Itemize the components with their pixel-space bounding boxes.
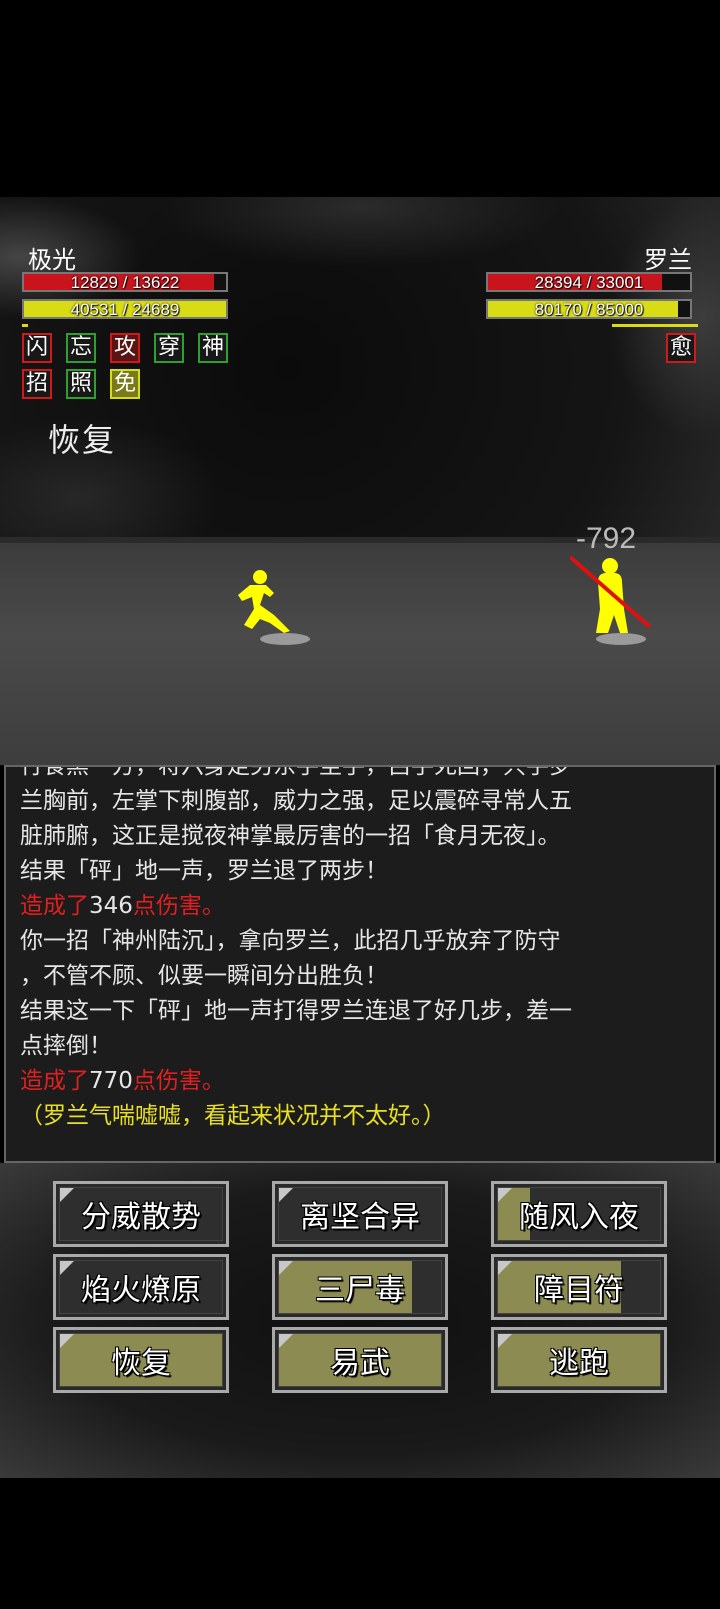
status-icon-spirit[interactable]: 神 (198, 333, 228, 363)
log-segment: 点伤害。 (132, 1068, 225, 1094)
log-segment: 770 (89, 1068, 133, 1094)
player-fighter (238, 570, 290, 633)
log-line: 脏肺腑，这正是搅夜神掌最厉害的一招「食月无夜」。 (20, 819, 700, 854)
bottom-blank (0, 1478, 720, 1609)
status-icon-attack[interactable]: 攻 (110, 333, 140, 363)
log-line: 造成了346点伤害。 (20, 889, 700, 924)
action-panel: 分威散势 离坚合异 随风入夜 焰火燎原 三尸毒 障目符 恢复 易武 逃跑 (0, 1163, 720, 1478)
player-mp-bar: 40531 / 24689 (22, 299, 228, 319)
recover-label: 恢复 (111, 1346, 171, 1381)
log-segment: 点摔倒！ (20, 1033, 112, 1059)
switch-weapon-label: 易武 (330, 1346, 390, 1381)
skill-label: 焰火燎原 (81, 1273, 201, 1308)
flee-label: 逃跑 (549, 1346, 609, 1381)
status-icon-pierce[interactable]: 穿 (154, 333, 184, 363)
log-segment: 造成了 (20, 1068, 89, 1094)
log-segment: 结果「砰」地一声，罗兰退了两步！ (20, 858, 388, 884)
enemy-mp-underline (612, 324, 698, 327)
log-segment: 你一招「神州陆沉」，拿向罗兰，此招几乎放弃了防守 (20, 928, 561, 954)
skill-button-lijian[interactable]: 离坚合异 (272, 1181, 448, 1247)
enemy-mp-bar: 80170 / 85000 (486, 299, 692, 319)
item-label: 障目符 (534, 1273, 624, 1308)
log-lines: 兰胸前，左掌下刺腹部，威力之强，足以震碎寻常人五 脏肺腑，这正是搅夜神掌最厉害的一… (20, 784, 700, 1134)
status-icon-dodge[interactable]: 闪 (22, 333, 52, 363)
switch-weapon-button[interactable]: 易武 (272, 1327, 448, 1393)
player-hp-bar: 12829 / 13622 (22, 272, 228, 292)
skill-button-suifeng[interactable]: 随风入夜 (491, 1181, 667, 1247)
log-line: ，不管不顾、似要一瞬间分出胜负！ (20, 959, 700, 994)
battle-area: 极光 罗兰 12829 / 13622 40531 / 24689 28394 … (0, 197, 720, 765)
log-line: 你一招「神州陆沉」，拿向罗兰，此招几乎放弃了防守 (20, 924, 700, 959)
enemy-name: 罗兰 (644, 246, 692, 274)
smoke-effect (0, 197, 720, 557)
player-mp-text: 40531 / 24689 (70, 300, 180, 319)
log-line: 点摔倒！ (20, 1029, 700, 1064)
enemy-mp-text: 80170 / 85000 (534, 300, 644, 319)
flee-button[interactable]: 逃跑 (491, 1327, 667, 1393)
log-segment: 346 (89, 893, 133, 919)
skill-label: 分威散势 (81, 1200, 201, 1235)
skill-button-yanhuo[interactable]: 焰火燎原 (53, 1254, 229, 1320)
player-hp-text: 12829 / 13622 (70, 273, 180, 292)
log-segment: 造成了 (20, 893, 89, 919)
log-line: 结果这一下「砰」地一声打得罗兰连退了好几步，差一 (20, 994, 700, 1029)
enemy-hp-text: 28394 / 33001 (534, 273, 644, 292)
log-segment: ，不管不顾、似要一瞬间分出胜负！ (20, 963, 388, 989)
log-line: 结果「砰」地一声，罗兰退了两步！ (20, 854, 700, 889)
status-icon-move[interactable]: 招 (22, 369, 52, 399)
enemy-fighter (570, 555, 652, 633)
log-cut-line: 行食黑一方，将六身走另东手至手，吕手死回，只手罗 (20, 765, 572, 779)
player-mp-overflow (22, 324, 28, 327)
status-icon-heal[interactable]: 愈 (666, 333, 696, 363)
log-segment: 点伤害。 (132, 893, 225, 919)
status-icon-forget[interactable]: 忘 (66, 333, 96, 363)
log-segment: （罗兰气喘嘘嘘，看起来状况并不太好。） (20, 1103, 446, 1129)
log-line: （罗兰气喘嘘嘘，看起来状况并不太好。） (20, 1099, 700, 1134)
game-screen: 极光 罗兰 12829 / 13622 40531 / 24689 28394 … (0, 0, 720, 1609)
recover-button[interactable]: 恢复 (53, 1327, 229, 1393)
item-button-sanshidu[interactable]: 三尸毒 (272, 1254, 448, 1320)
status-icon-illuminate[interactable]: 照 (66, 369, 96, 399)
skill-button-fenwei[interactable]: 分威散势 (53, 1181, 229, 1247)
item-button-zhangmufu[interactable]: 障目符 (491, 1254, 667, 1320)
battle-log: 行食黑一方，将六身走另东手至手，吕手死回，只手罗 兰胸前，左掌下刺腹部，威力之强… (4, 765, 716, 1163)
status-icon-immune[interactable]: 免 (110, 369, 140, 399)
player-name: 极光 (28, 246, 76, 274)
recovery-float-text: 恢复 (17, 415, 169, 461)
log-line: 兰胸前，左掌下刺腹部，威力之强，足以震碎寻常人五 (20, 784, 700, 819)
log-segment: 兰胸前，左掌下刺腹部，威力之强，足以震碎寻常人五 (20, 788, 572, 814)
skill-label: 离坚合异 (300, 1200, 420, 1235)
skill-label: 随风入夜 (519, 1200, 639, 1235)
log-segment: 结果这一下「砰」地一声打得罗兰连退了好几步，差一 (20, 998, 572, 1024)
log-line: 造成了770点伤害。 (20, 1064, 700, 1099)
log-segment: 脏肺腑，这正是搅夜神掌最厉害的一招「食月无夜」。 (20, 823, 561, 849)
item-label: 三尸毒 (315, 1273, 405, 1308)
enemy-hp-bar: 28394 / 33001 (486, 272, 692, 292)
